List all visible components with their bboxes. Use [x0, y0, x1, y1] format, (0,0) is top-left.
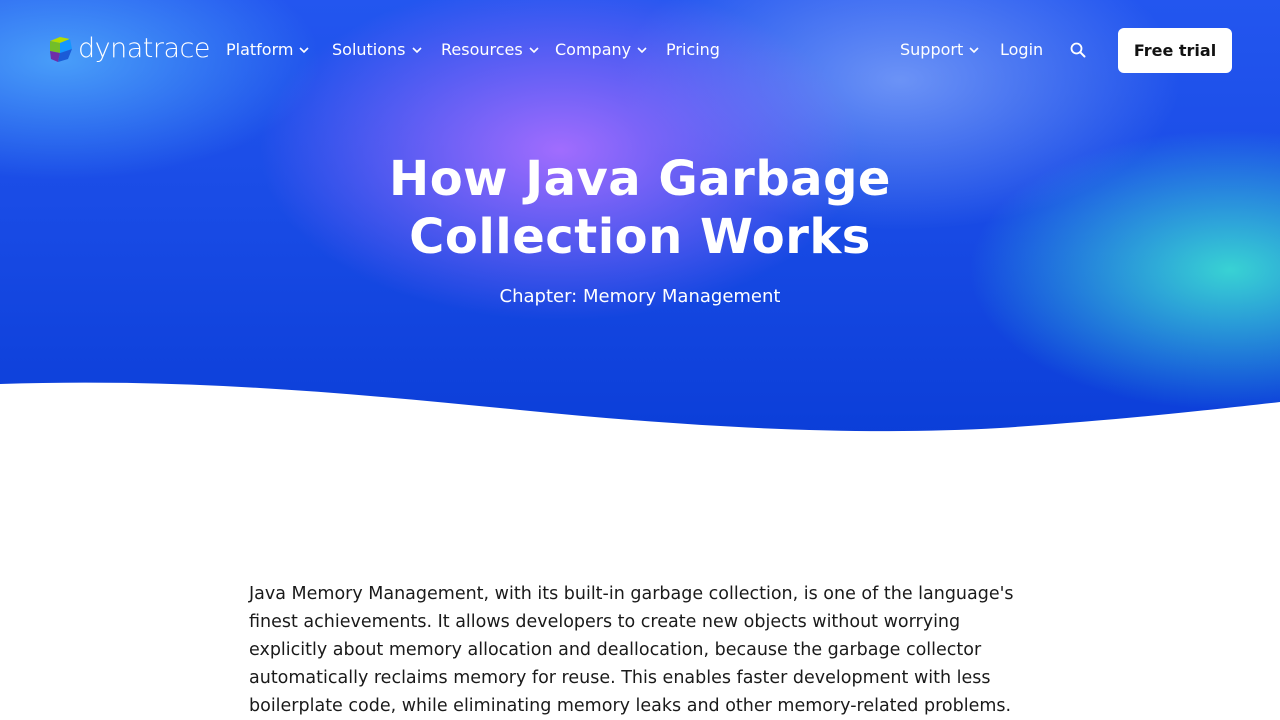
nav-platform-label: Platform [226, 40, 294, 59]
free-trial-button[interactable]: Free trial [1118, 28, 1232, 73]
brand-wordmark: dynatrace [78, 33, 210, 64]
nav-resources-label: Resources [441, 40, 523, 59]
nav-pricing[interactable]: Pricing [666, 38, 720, 62]
page-title: How Java Garbage Collection Works [389, 151, 891, 265]
dynatrace-logo[interactable]: dynatrace [48, 34, 210, 64]
nav-company[interactable]: Company [555, 38, 648, 62]
chevron-down-icon [969, 47, 979, 54]
top-navigation: dynatrace Platform Solutions Resources C… [0, 0, 1280, 100]
nav-solutions[interactable]: Solutions [332, 38, 423, 62]
nav-platform[interactable]: Platform [226, 38, 310, 62]
nav-support[interactable]: Support [900, 38, 980, 62]
chevron-down-icon [637, 47, 647, 54]
chevron-down-icon [299, 47, 310, 54]
nav-company-label: Company [555, 40, 632, 59]
article-intro-paragraph: Java Memory Management, with its built-i… [249, 584, 1014, 716]
dynatrace-logo-mark-icon [50, 37, 72, 62]
nav-pricing-label: Pricing [666, 40, 720, 59]
chevron-down-icon [411, 47, 422, 54]
search-icon[interactable] [1068, 40, 1088, 60]
nav-resources[interactable]: Resources [441, 38, 540, 62]
chapter-subtitle: Chapter: Memory Management [499, 286, 781, 307]
chevron-down-icon [529, 47, 539, 54]
nav-support-label: Support [900, 40, 964, 59]
nav-login[interactable]: Login [1000, 38, 1043, 62]
nav-solutions-label: Solutions [332, 40, 406, 59]
nav-login-label: Login [1000, 40, 1044, 59]
